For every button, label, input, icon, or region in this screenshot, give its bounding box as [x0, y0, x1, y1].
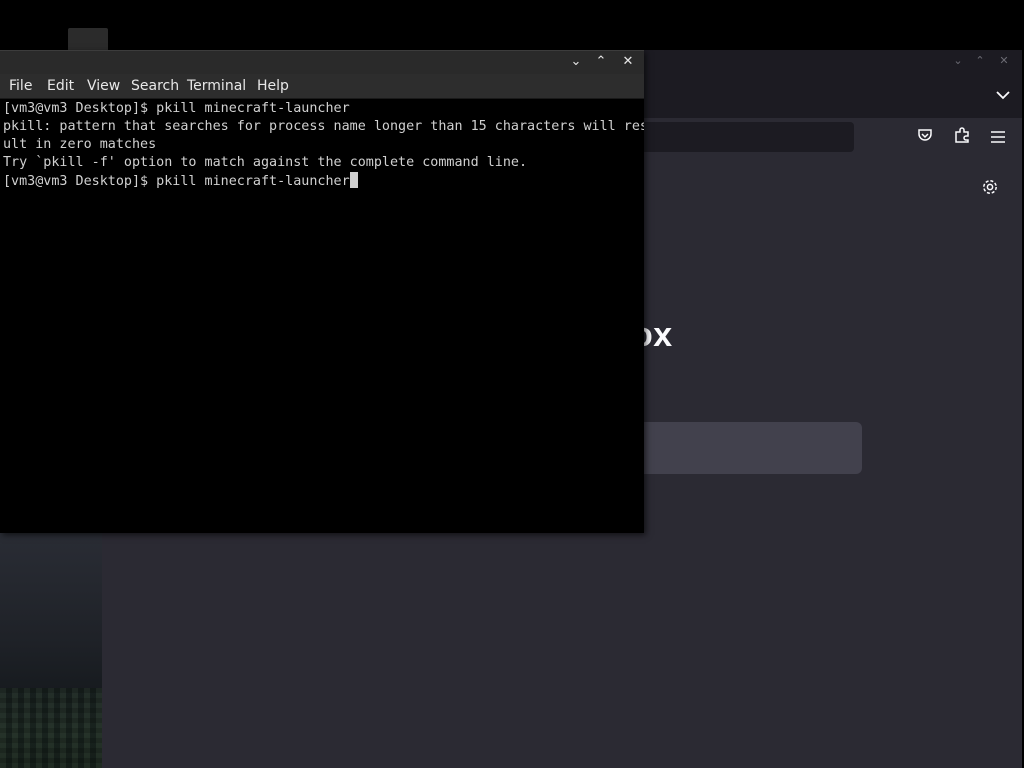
chevron-up-icon[interactable]: ⌃ — [972, 53, 988, 69]
chevron-down-icon[interactable]: ⌄ — [950, 53, 966, 69]
menu-file[interactable]: File — [9, 77, 32, 95]
menu-search[interactable]: Search — [131, 77, 179, 95]
extensions-icon[interactable] — [950, 126, 974, 150]
terminal-window[interactable]: ⌄ ⌃ ✕ File Edit View Search Terminal Hel… — [0, 50, 644, 533]
pocket-icon[interactable] — [913, 126, 937, 150]
terminal-line: pkill: pattern that searches for process… — [3, 119, 644, 134]
minimize-icon[interactable]: ⌄ — [566, 53, 586, 71]
menu-terminal[interactable]: Terminal — [187, 77, 246, 95]
newtab-search-box[interactable] — [622, 422, 862, 474]
terminal-line: Try `pkill -f' option to match against t… — [3, 155, 528, 170]
terminal-line: [vm3@vm3 Desktop]$ pkill minecraft-launc… — [3, 101, 350, 116]
close-icon[interactable]: ✕ — [996, 53, 1012, 69]
taskbar-item[interactable] — [68, 28, 108, 50]
tab-list-icon[interactable] — [992, 84, 1014, 106]
menu-help[interactable]: Help — [257, 77, 289, 95]
terminal-titlebar[interactable]: ⌄ ⌃ ✕ — [0, 50, 644, 74]
desktop-wallpaper — [0, 530, 102, 768]
terminal-prompt-text: [vm3@vm3 Desktop]$ pkill minecraft-launc… — [3, 174, 350, 189]
maximize-icon[interactable]: ⌃ — [591, 53, 611, 71]
menu-view[interactable]: View — [87, 77, 120, 95]
text-cursor — [349, 172, 358, 188]
settings-icon[interactable] — [978, 178, 1002, 202]
terminal-line: ult in zero matches — [3, 137, 157, 152]
menu-icon[interactable] — [986, 126, 1010, 150]
terminal-output[interactable]: [vm3@vm3 Desktop]$ pkill minecraft-launc… — [0, 99, 644, 533]
close-icon[interactable]: ✕ — [618, 53, 638, 71]
wallpaper-terrain — [0, 688, 102, 768]
terminal-menubar: File Edit View Search Terminal Help — [0, 74, 644, 99]
terminal-prompt-line: [vm3@vm3 Desktop]$ pkill minecraft-launc… — [3, 172, 358, 190]
menu-edit[interactable]: Edit — [47, 77, 74, 95]
